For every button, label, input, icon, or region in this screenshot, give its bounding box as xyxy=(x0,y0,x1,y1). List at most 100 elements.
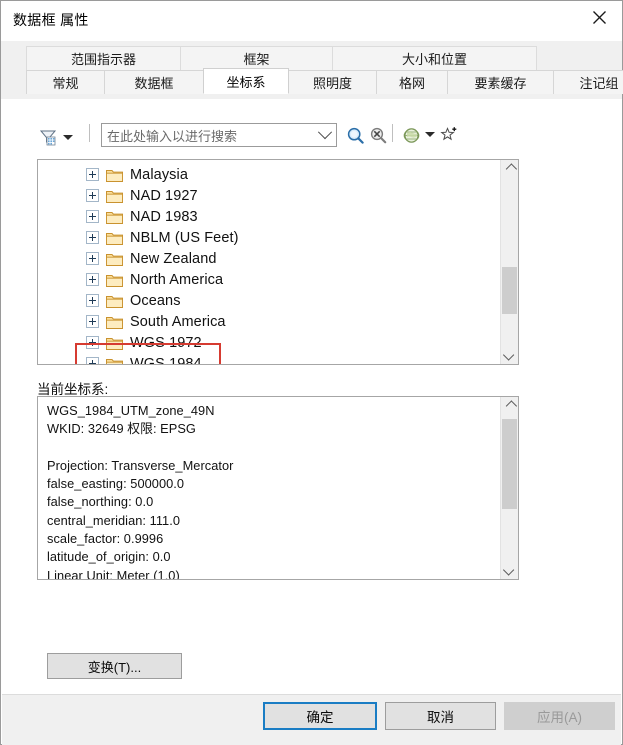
folder-icon xyxy=(106,211,123,224)
tree-item-wgs-1972[interactable]: WGS 1972 xyxy=(38,332,501,353)
title-bar: 数据框 属性 xyxy=(1,1,622,41)
tab-label: 注记组 xyxy=(579,76,619,91)
tree-item-south-america[interactable]: South America xyxy=(38,311,501,332)
expand-plus-icon[interactable] xyxy=(86,189,99,202)
chevron-down-icon[interactable] xyxy=(63,134,73,140)
current-coordinate-system-label: 当前坐标系: xyxy=(37,382,109,397)
apply-button: 应用(A) xyxy=(504,702,615,730)
tree-item-north-america[interactable]: North America xyxy=(38,269,501,290)
transform-button[interactable]: 变换(T)... xyxy=(47,653,182,679)
tree-item-nblm-us-feet[interactable]: NBLM (US Feet) xyxy=(38,227,501,248)
folder-icon xyxy=(106,190,123,203)
scroll-up-icon[interactable] xyxy=(501,397,518,415)
current-coordinate-system-box[interactable]: WGS_1984_UTM_zone_49N WKID: 32649 权限: EP… xyxy=(37,396,519,580)
scroll-down-icon[interactable] xyxy=(501,346,518,364)
tree-item-label: Malaysia xyxy=(130,166,189,183)
folder-icon xyxy=(106,169,123,182)
cancel-search-button[interactable] xyxy=(367,124,389,146)
expand-plus-icon[interactable] xyxy=(86,210,99,223)
tab-general[interactable]: 常规 xyxy=(26,70,105,94)
tree-item-label: North America xyxy=(130,271,224,288)
filter-funnel-icon xyxy=(39,130,57,146)
filter-funnel-button[interactable] xyxy=(39,123,73,151)
coordinate-system-panel: 在此处输入以进行搜索 Malaysia NAD 1927 NAD 1983 NB… xyxy=(2,99,621,695)
tab-range-indicator[interactable]: 范围指示器 xyxy=(26,46,181,70)
close-icon[interactable] xyxy=(576,1,622,33)
expand-plus-icon[interactable] xyxy=(86,315,99,328)
tree-item-label: WGS 1972 xyxy=(130,334,202,351)
tab-label: 要素缓存 xyxy=(474,76,527,91)
search-magnifier-icon xyxy=(347,127,364,144)
tab-label: 数据框 xyxy=(134,76,174,91)
cancel-button-label: 取消 xyxy=(427,710,454,725)
tab-size-and-position[interactable]: 大小和位置 xyxy=(332,46,537,70)
add-favorite-button[interactable] xyxy=(438,124,460,146)
transform-button-label: 变换(T)... xyxy=(87,659,142,675)
cancel-search-icon xyxy=(370,127,386,143)
tab-grid[interactable]: 格网 xyxy=(376,70,448,94)
tab-label: 格网 xyxy=(398,76,425,91)
folder-icon xyxy=(106,295,123,308)
tree-item-malaysia[interactable]: Malaysia xyxy=(38,164,501,185)
tree-item-label: New Zealand xyxy=(130,250,217,267)
add-favorite-star-icon xyxy=(440,127,457,141)
expand-plus-icon[interactable] xyxy=(86,231,99,244)
search-input[interactable]: 在此处输入以进行搜索 xyxy=(101,123,337,147)
datframe-properties-window: 数据框 属性 范围指示器 框架 大小和位置 常规 数据框 坐标系 照明度 格网 … xyxy=(0,0,623,745)
tree-item-wgs-1984[interactable]: WGS 1984 xyxy=(38,353,501,365)
expand-plus-icon[interactable] xyxy=(86,252,99,265)
current-coordinate-system-text: WGS_1984_UTM_zone_49N WKID: 32649 权限: EP… xyxy=(47,403,234,580)
expand-plus-icon[interactable] xyxy=(86,336,99,349)
tree-item-label: Oceans xyxy=(130,292,181,309)
folder-icon xyxy=(106,253,123,266)
chevron-down-icon[interactable] xyxy=(425,132,435,137)
expand-plus-icon[interactable] xyxy=(86,294,99,307)
window-title: 数据框 属性 xyxy=(13,12,89,28)
tab-data-frame[interactable]: 数据框 xyxy=(104,70,204,94)
tree-item-label: WGS 1984 xyxy=(130,355,202,365)
tree-item-label: South America xyxy=(130,313,226,330)
scrollbar-thumb[interactable] xyxy=(502,267,517,314)
tree-item-oceans[interactable]: Oceans xyxy=(38,290,501,311)
cs-vertical-scrollbar[interactable] xyxy=(500,397,518,579)
cancel-button[interactable]: 取消 xyxy=(385,702,496,730)
ok-button[interactable]: 确定 xyxy=(263,702,377,730)
expand-plus-icon[interactable] xyxy=(86,168,99,181)
tab-frame[interactable]: 框架 xyxy=(180,46,333,70)
tab-strip: 范围指示器 框架 大小和位置 常规 数据框 坐标系 照明度 格网 要素缓存 注记… xyxy=(1,41,623,100)
tab-label: 范围指示器 xyxy=(70,52,136,67)
tab-annotation-groups[interactable]: 注记组 xyxy=(553,70,623,94)
folder-icon xyxy=(106,358,123,364)
tree-item-nad-1927[interactable]: NAD 1927 xyxy=(38,185,501,206)
expand-plus-icon[interactable] xyxy=(86,273,99,286)
scrollbar-thumb[interactable] xyxy=(502,419,517,509)
tab-label: 大小和位置 xyxy=(401,52,467,67)
tree-item-new-zealand[interactable]: New Zealand xyxy=(38,248,501,269)
tree-item-label: NAD 1927 xyxy=(130,187,198,204)
tab-label: 常规 xyxy=(52,76,79,91)
scroll-up-icon[interactable] xyxy=(501,160,518,178)
folder-icon xyxy=(106,232,123,245)
folder-icon xyxy=(106,337,123,350)
globe-icon xyxy=(403,127,419,143)
globe-button[interactable] xyxy=(400,124,422,146)
search-toolbar: 在此处输入以进行搜索 xyxy=(37,120,497,150)
tab-label: 坐标系 xyxy=(226,74,266,90)
scroll-down-icon[interactable] xyxy=(501,561,518,579)
folder-icon xyxy=(106,316,123,329)
tree-vertical-scrollbar[interactable] xyxy=(500,160,518,364)
apply-button-label: 应用(A) xyxy=(537,710,582,725)
ok-button-label: 确定 xyxy=(306,710,334,725)
tab-coordinate-system[interactable]: 坐标系 xyxy=(203,68,289,94)
search-button[interactable] xyxy=(344,124,366,146)
tab-feature-cache[interactable]: 要素缓存 xyxy=(447,70,554,94)
chevron-down-icon[interactable] xyxy=(314,125,336,140)
tab-label: 照明度 xyxy=(312,76,352,91)
expand-plus-icon[interactable] xyxy=(86,357,99,364)
folder-icon xyxy=(106,274,123,287)
coordinate-system-tree[interactable]: Malaysia NAD 1927 NAD 1983 NBLM (US Feet… xyxy=(37,159,519,365)
tab-row-bottom: 常规 数据框 坐标系 照明度 格网 要素缓存 注记组 xyxy=(26,68,623,94)
dialog-footer: 确定 取消 应用(A) xyxy=(2,694,621,745)
tab-illumination[interactable]: 照明度 xyxy=(288,70,377,94)
tree-item-nad-1983[interactable]: NAD 1983 xyxy=(38,206,501,227)
